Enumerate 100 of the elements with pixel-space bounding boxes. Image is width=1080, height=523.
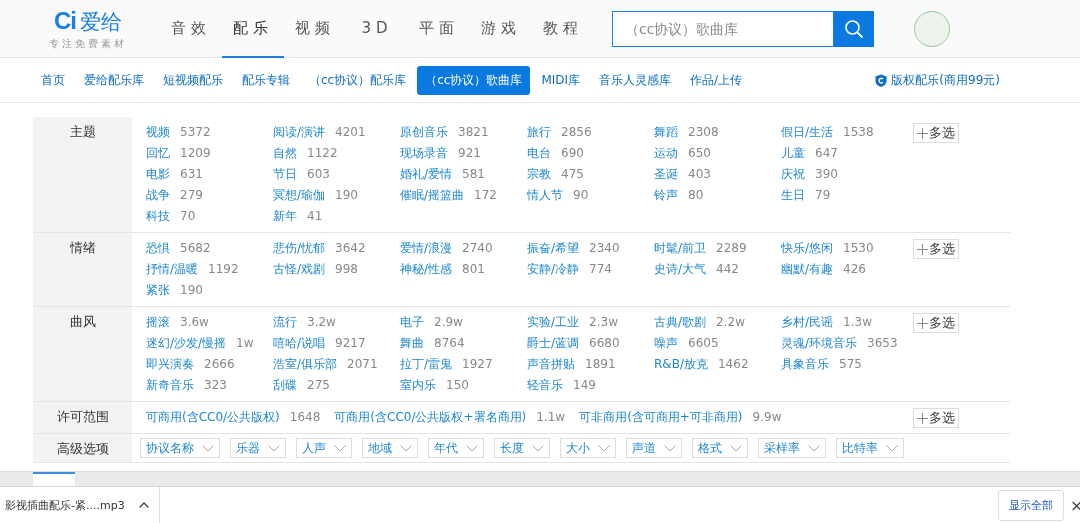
filter-link[interactable]: 节日 xyxy=(273,167,297,181)
filter-link[interactable]: 现场录音 xyxy=(400,146,448,160)
filter-link[interactable]: 电台 xyxy=(527,146,551,160)
filter-link[interactable]: 噪声 xyxy=(654,336,678,350)
filter-link[interactable]: 迷幻/沙发/慢摇 xyxy=(146,336,227,350)
subnav-tab[interactable]: 音乐人灵感库 xyxy=(591,65,680,95)
nav-tab[interactable]: 教程 xyxy=(532,0,594,58)
filter-link[interactable]: 神秘/性感 xyxy=(400,262,453,276)
filter-link[interactable]: 回忆 xyxy=(146,146,170,160)
multi-select-button[interactable]: 多选 xyxy=(913,239,959,259)
filter-link[interactable]: 轻音乐 xyxy=(527,378,563,392)
filter-link[interactable]: 情人节 xyxy=(527,188,563,202)
nav-tab[interactable]: 3D xyxy=(346,0,408,58)
filter-link[interactable]: 科技 xyxy=(146,209,170,223)
nav-tab[interactable]: 游戏 xyxy=(470,0,532,58)
dropdown[interactable]: 格式 xyxy=(692,438,748,458)
filter-link[interactable]: 舞蹈 xyxy=(654,125,678,139)
filter-link[interactable]: 爵士/蓝调 xyxy=(527,336,580,350)
subnav-tab[interactable]: （cc协议）配乐库 xyxy=(301,65,415,95)
subnav-tab[interactable]: MIDI库 xyxy=(533,65,589,95)
dropdown[interactable]: 长度 xyxy=(494,438,550,458)
dropdown[interactable]: 比特率 xyxy=(836,438,904,458)
filter-link[interactable]: 运动 xyxy=(654,146,678,160)
filter-link[interactable]: 具象音乐 xyxy=(781,357,829,371)
filter-link[interactable]: 紧张 xyxy=(146,283,170,297)
subnav-tab[interactable]: 爱给配乐库 xyxy=(76,65,152,95)
filter-link[interactable]: 即兴演奏 xyxy=(146,357,194,371)
blank-tab[interactable] xyxy=(33,472,75,486)
filter-link[interactable]: 安静/冷静 xyxy=(527,262,580,276)
filter-link[interactable]: 自然 xyxy=(273,146,297,160)
nav-tab[interactable]: 平面 xyxy=(408,0,470,58)
download-filename[interactable]: 影视插曲配乐-紧....mp3 xyxy=(5,497,125,513)
filter-link[interactable]: 圣诞 xyxy=(654,167,678,181)
nav-tab[interactable]: 视频 xyxy=(284,0,346,58)
filter-link[interactable]: 抒情/温暖 xyxy=(146,262,199,276)
multi-select-button[interactable]: 多选 xyxy=(913,408,959,428)
filter-link[interactable]: 原创音乐 xyxy=(400,125,448,139)
filter-link[interactable]: 新年 xyxy=(273,209,297,223)
filter-link[interactable]: 嘻哈/说唱 xyxy=(273,336,326,350)
filter-link[interactable]: 古典/歌剧 xyxy=(654,315,707,329)
filter-link[interactable]: 生日 xyxy=(781,188,805,202)
filter-link[interactable]: 摇滚 xyxy=(146,315,170,329)
dropdown[interactable]: 大小 xyxy=(560,438,616,458)
filter-link[interactable]: 庆祝 xyxy=(781,167,805,181)
filter-link[interactable]: 浩室/俱乐部 xyxy=(273,357,338,371)
filter-link[interactable]: 儿童 xyxy=(781,146,805,160)
filter-link[interactable]: 幽默/有趣 xyxy=(781,262,834,276)
subnav-tab[interactable]: 首页 xyxy=(33,65,73,95)
dropdown[interactable]: 采样率 xyxy=(758,438,826,458)
filter-link[interactable]: 催眠/摇篮曲 xyxy=(400,188,465,202)
subnav-tab[interactable]: 配乐专辑 xyxy=(234,65,298,95)
filter-link[interactable]: 实验/工业 xyxy=(527,315,580,329)
show-all-button[interactable]: 显示全部 xyxy=(998,489,1064,521)
filter-link[interactable]: 电影 xyxy=(146,167,170,181)
filter-link[interactable]: 铃声 xyxy=(654,188,678,202)
filter-link[interactable]: 恐惧 xyxy=(146,241,170,255)
filter-link[interactable]: 快乐/悠闲 xyxy=(781,241,834,255)
dropdown[interactable]: 年代 xyxy=(428,438,484,458)
filter-link[interactable]: 假日/生活 xyxy=(781,125,834,139)
filter-link[interactable]: 乡村/民谣 xyxy=(781,315,834,329)
filter-link[interactable]: 时髦/前卫 xyxy=(654,241,707,255)
filter-link[interactable]: 舞曲 xyxy=(400,336,424,350)
filter-link[interactable]: 宗教 xyxy=(527,167,551,181)
filter-link[interactable]: 冥想/瑜伽 xyxy=(273,188,326,202)
filter-link[interactable]: 声音拼贴 xyxy=(527,357,575,371)
filter-link[interactable]: 战争 xyxy=(146,188,170,202)
search-field[interactable]: （cc协议）歌曲库 xyxy=(612,10,834,47)
filter-link[interactable]: 视频 xyxy=(146,125,170,139)
nav-tab[interactable]: 音效 xyxy=(160,0,222,58)
dropdown[interactable]: 地域 xyxy=(362,438,418,458)
subnav-tab[interactable]: （cc协议）歌曲库 xyxy=(417,65,531,95)
multi-select-button[interactable]: 多选 xyxy=(913,123,959,143)
dropdown[interactable]: 协议名称 xyxy=(140,438,220,458)
filter-link[interactable]: 电子 xyxy=(400,315,424,329)
filter-link[interactable]: 可商用(含CC0/公共版权) xyxy=(146,410,280,424)
filter-link[interactable]: 新奇音乐 xyxy=(146,378,194,392)
filter-link[interactable]: 可商用(含CC0/公共版权+署名商用) xyxy=(334,410,527,424)
subnav-tab[interactable]: 短视频配乐 xyxy=(155,65,231,95)
filter-link[interactable]: 振奋/希望 xyxy=(527,241,580,255)
dropdown[interactable]: 人声 xyxy=(296,438,352,458)
filter-link[interactable]: 可非商用(含可商用+可非商用) xyxy=(579,410,743,424)
filter-link[interactable]: 史诗/大气 xyxy=(654,262,707,276)
filter-link[interactable]: 室内乐 xyxy=(400,378,436,392)
filter-link[interactable]: 拉丁/雷鬼 xyxy=(400,357,453,371)
filter-link[interactable]: 悲伤/忧郁 xyxy=(273,241,326,255)
filter-link[interactable]: 阅读/演讲 xyxy=(273,125,326,139)
filter-link[interactable]: R&B/放克 xyxy=(654,357,708,371)
copyright-link[interactable]: 版权配乐(商用99元) xyxy=(875,71,1000,89)
filter-link[interactable]: 流行 xyxy=(273,315,297,329)
multi-select-button[interactable]: 多选 xyxy=(913,313,959,333)
dropdown[interactable]: 乐器 xyxy=(230,438,286,458)
dropdown[interactable]: 声道 xyxy=(626,438,682,458)
subnav-tab[interactable]: 作品/上传 xyxy=(682,65,751,95)
search-button[interactable] xyxy=(834,10,874,47)
filter-link[interactable]: 古怪/戏剧 xyxy=(273,262,326,276)
filter-link[interactable]: 爱情/浪漫 xyxy=(400,241,453,255)
filter-link[interactable]: 刮碟 xyxy=(273,378,297,392)
filter-link[interactable]: 灵魂/环境音乐 xyxy=(781,336,858,350)
filter-link[interactable]: 婚礼/爱情 xyxy=(400,167,453,181)
filter-link[interactable]: 旅行 xyxy=(527,125,551,139)
